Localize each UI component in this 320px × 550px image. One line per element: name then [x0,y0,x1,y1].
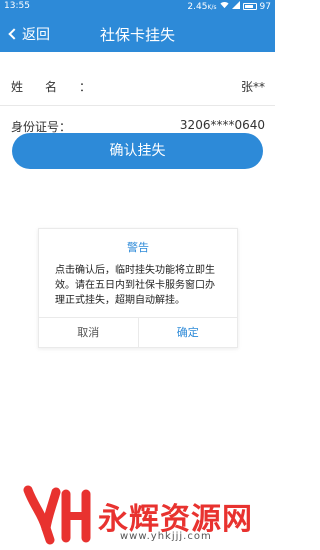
name-value: 张** [240,80,265,94]
confirm-loss-button[interactable]: 确认挂失 [12,133,263,169]
watermark: 永辉资源网 www.yhkjjj.com [0,482,275,550]
dialog-footer: 取消 确定 [39,317,237,347]
status-time: 13:55 [4,1,30,11]
app-bar: 返回 社保卡挂失 [0,15,275,52]
status-icons: 2.45K/s 97 [187,1,271,12]
cancel-button[interactable]: 取消 [39,318,139,347]
battery-level: 97 [259,1,271,12]
network-speed: 2.45K/s [187,1,217,12]
warning-dialog: 警告 点击确认后，临时挂失功能将立即生效。请在五日内到社保卡服务窗口办理正式挂失… [38,228,238,348]
id-value: 3206****0640 [179,118,265,132]
wifi-icon [219,1,229,12]
page-title: 社保卡挂失 [99,26,175,44]
ok-button[interactable]: 确定 [139,318,238,347]
dialog-message: 点击确认后，临时挂失功能将立即生效。请在五日内到社保卡服务窗口办理正式挂失，超期… [55,265,215,306]
watermark-url: www.yhkjjj.com [120,531,212,542]
watermark-logo-icon [22,484,94,550]
dialog-title: 警告 [127,241,149,254]
name-row: 姓名： 张** [0,66,275,106]
status-bar: 13:55 2.45K/s 97 [0,0,275,15]
name-label: 姓名： [11,80,114,94]
battery-icon [242,3,257,10]
signal-icon [231,1,240,12]
